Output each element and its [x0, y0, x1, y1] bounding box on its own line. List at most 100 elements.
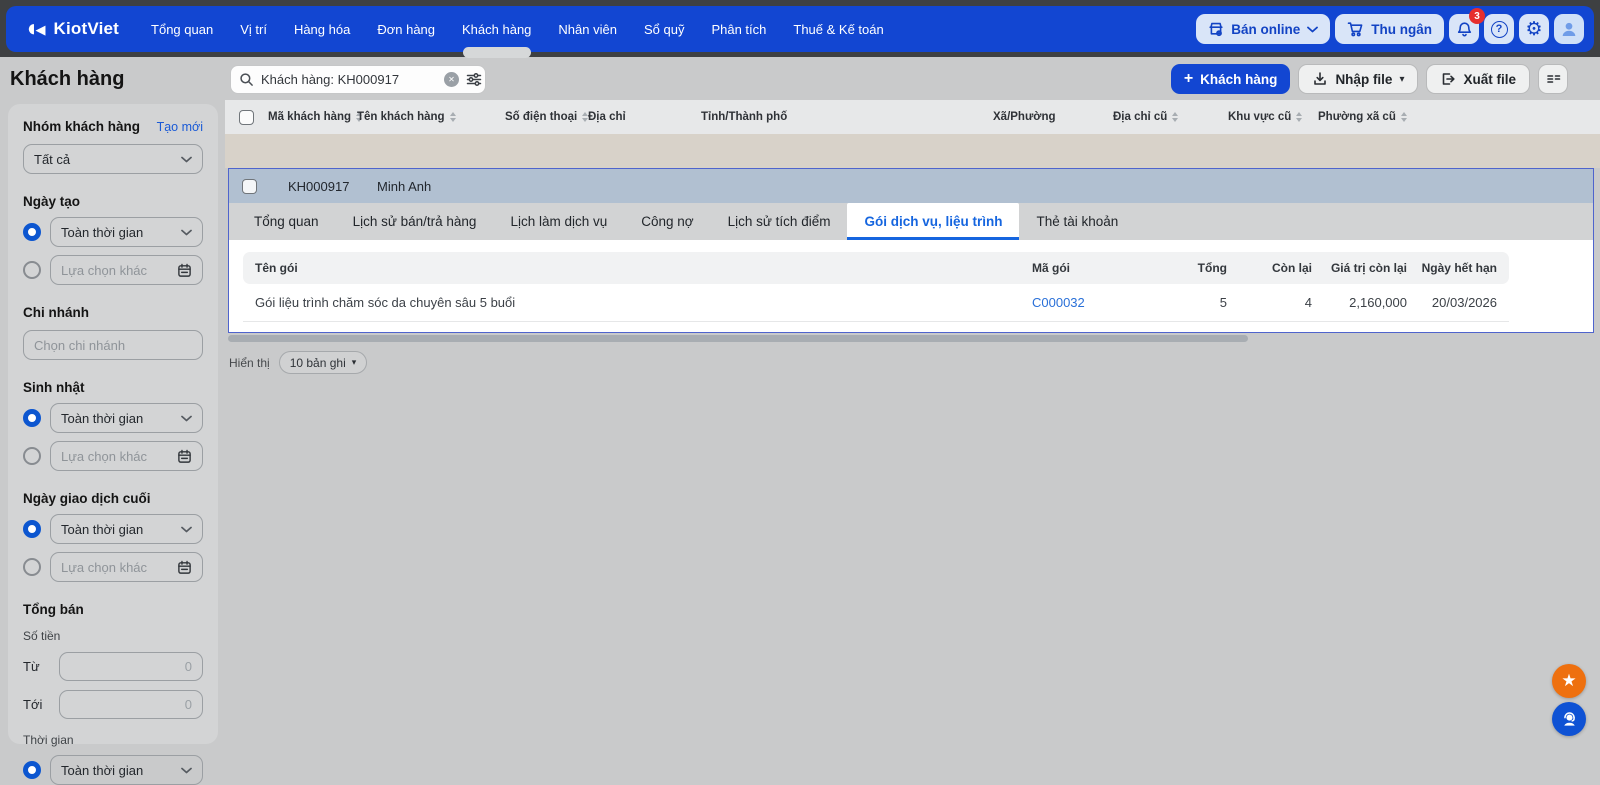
col-dia-chi-cu[interactable]: Địa chỉ cũ: [1113, 111, 1228, 123]
import-file-button[interactable]: Nhập file ▾: [1298, 64, 1419, 94]
sort-icon: [449, 111, 456, 123]
nav-item-phan-tich[interactable]: Phân tích: [711, 6, 766, 52]
pkg-col-gia-tri-con-lai: Giá trị còn lại: [1330, 261, 1407, 275]
search-box[interactable]: ✕: [230, 64, 486, 94]
created-date-custom-radio[interactable]: [23, 261, 41, 279]
search-icon: [239, 72, 254, 87]
kiotviet-logo-icon: ◖ ◀: [24, 15, 46, 42]
pkg-col-ngay-het-han: Ngày hết hạn: [1421, 261, 1497, 275]
package-name: Gói liệu trình chăm sóc da chuyên sâu 5 …: [255, 295, 516, 310]
tab-lich-lam-dich-vu[interactable]: Lịch làm dịch vụ: [493, 203, 624, 240]
pkg-col-tong: Tổng: [1197, 261, 1227, 275]
birthday-select[interactable]: Toàn thời gian: [50, 403, 203, 433]
created-date-select[interactable]: Toàn thời gian: [50, 217, 203, 247]
sort-icon: [1296, 111, 1303, 123]
last-transaction-custom-input[interactable]: Lựa chọn khác: [50, 552, 203, 582]
birthday-custom-radio[interactable]: [23, 447, 41, 465]
thu-ngan-button[interactable]: Thu ngân: [1335, 14, 1444, 44]
columns-icon: [1545, 71, 1562, 87]
package-row[interactable]: Gói liệu trình chăm sóc da chuyên sâu 5 …: [243, 284, 1509, 322]
customer-group-select[interactable]: Tất cả: [23, 144, 203, 174]
package-remaining: 4: [1304, 295, 1312, 310]
amount-from-input[interactable]: 0: [59, 652, 203, 681]
add-customer-button[interactable]: + Khách hàng: [1170, 64, 1291, 94]
branch-input[interactable]: Chọn chi nhánh: [23, 330, 203, 360]
tab-lich-su-tich-diem[interactable]: Lịch sử tích điểm: [711, 203, 848, 240]
created-date-alltime-radio[interactable]: [23, 223, 41, 241]
gear-icon: ⚙: [1525, 18, 1543, 40]
brand-name: KiotViet: [53, 19, 120, 38]
filter-sliders-icon[interactable]: [466, 72, 482, 87]
pkg-col-ma-goi: Mã gói: [1032, 261, 1070, 275]
birthday-custom-input[interactable]: Lựa chọn khác: [50, 441, 203, 471]
search-input[interactable]: [261, 71, 437, 87]
page-title: Khách hàng: [10, 67, 125, 90]
col-phuong-xa-cu[interactable]: Phường xã cũ: [1318, 111, 1600, 123]
star-icon: ★: [1561, 671, 1577, 690]
packages-header-row: Tên gói Mã gói Tổng Còn lại Giá trị còn …: [243, 252, 1509, 284]
nav-item-tong-quan[interactable]: Tổng quan: [151, 6, 213, 52]
amount-to-input[interactable]: 0: [59, 690, 203, 719]
sort-icon: [1400, 111, 1407, 123]
created-date-custom-input[interactable]: Lựa chọn khác: [50, 255, 203, 285]
calendar-icon: [178, 449, 191, 463]
chevron-down-icon: [181, 229, 192, 235]
nav-item-khach-hang[interactable]: Khách hàng: [462, 6, 531, 52]
nav-item-nhan-vien[interactable]: Nhân viên: [558, 6, 617, 52]
import-icon: [1312, 71, 1328, 87]
col-ma-khach-hang[interactable]: Mã khách hàng: [268, 111, 363, 123]
horizontal-scrollbar[interactable]: [228, 335, 1248, 342]
tab-goi-dich-vu-lieu-trinh[interactable]: Gói dịch vụ, liệu trình: [847, 203, 1020, 240]
tab-tong-quan[interactable]: Tổng quan: [237, 203, 336, 240]
package-total: 5: [1219, 295, 1227, 310]
create-group-link[interactable]: Tạo mới: [157, 120, 203, 134]
nav-item-so-quy[interactable]: Sổ quỹ: [644, 6, 684, 52]
col-dia-chi: Địa chỉ: [588, 111, 626, 123]
clear-search-icon[interactable]: ✕: [444, 71, 459, 87]
nav-item-hang-hoa[interactable]: Hàng hóa: [294, 6, 350, 52]
support-float-button[interactable]: [1552, 702, 1586, 736]
created-date-label: Ngày tạo: [23, 194, 81, 209]
nav-right-controls: Bán online Thu ngân 3 ? ⚙: [1196, 8, 1584, 44]
export-file-button[interactable]: Xuất file: [1426, 64, 1530, 94]
col-khu-vuc-cu[interactable]: Khu vực cũ: [1228, 111, 1318, 123]
notifications-button[interactable]: 3: [1449, 8, 1485, 44]
last-transaction-custom-radio[interactable]: [23, 558, 41, 576]
total-sales-alltime-radio[interactable]: [23, 761, 41, 779]
customer-code: KH000917: [288, 178, 350, 194]
chevron-down-icon: [181, 415, 192, 421]
notification-badge: 3: [1469, 8, 1485, 24]
sort-icon: [1172, 111, 1179, 123]
row-checkbox[interactable]: [241, 178, 257, 194]
tab-cong-no[interactable]: Công nợ: [624, 203, 710, 240]
page-size-select[interactable]: 10 bản ghi ▾: [278, 351, 368, 374]
nav-item-don-hang[interactable]: Đơn hàng: [377, 6, 435, 52]
avatar-icon: [1560, 20, 1578, 38]
tab-the-tai-khoan[interactable]: Thẻ tài khoản: [1019, 203, 1135, 240]
cart-icon: [1347, 21, 1364, 37]
nav-item-vi-tri[interactable]: Vị trí: [240, 6, 267, 52]
col-ten-khach-hang[interactable]: Tên khách hàng: [357, 111, 505, 123]
chevron-down-icon: [1307, 26, 1319, 33]
col-so-dien-thoai[interactable]: Số điện thoại: [505, 111, 589, 123]
last-transaction-select[interactable]: Toàn thời gian: [50, 514, 203, 544]
selected-customer-row[interactable]: KH000917 Minh Anh: [229, 169, 1593, 203]
brand[interactable]: ◖ ◀ KiotViet: [24, 17, 119, 41]
feedback-float-button[interactable]: ★: [1552, 664, 1586, 698]
column-settings-button[interactable]: [1538, 64, 1568, 94]
settings-button[interactable]: ⚙: [1519, 14, 1549, 44]
account-button[interactable]: [1554, 14, 1584, 44]
package-code-link[interactable]: C000032: [1032, 295, 1152, 310]
nav-item-thue-ke-toan[interactable]: Thuế & Kế toán: [793, 6, 883, 52]
time-label: Thời gian: [23, 733, 74, 747]
select-all-checkbox[interactable]: [239, 109, 254, 125]
ban-online-button[interactable]: Bán online: [1196, 14, 1331, 44]
show-label: Hiển thị: [229, 355, 270, 370]
package-expiry: 20/03/2026: [1431, 295, 1497, 310]
birthday-alltime-radio[interactable]: [23, 409, 41, 427]
last-transaction-alltime-radio[interactable]: [23, 520, 41, 538]
help-button[interactable]: ?: [1484, 14, 1514, 44]
packages-tab-content: Tên gói Mã gói Tổng Còn lại Giá trị còn …: [229, 240, 1593, 332]
chevron-down-icon: [181, 526, 192, 532]
tab-lich-su-ban-tra-hang[interactable]: Lịch sử bán/trả hàng: [336, 203, 494, 240]
